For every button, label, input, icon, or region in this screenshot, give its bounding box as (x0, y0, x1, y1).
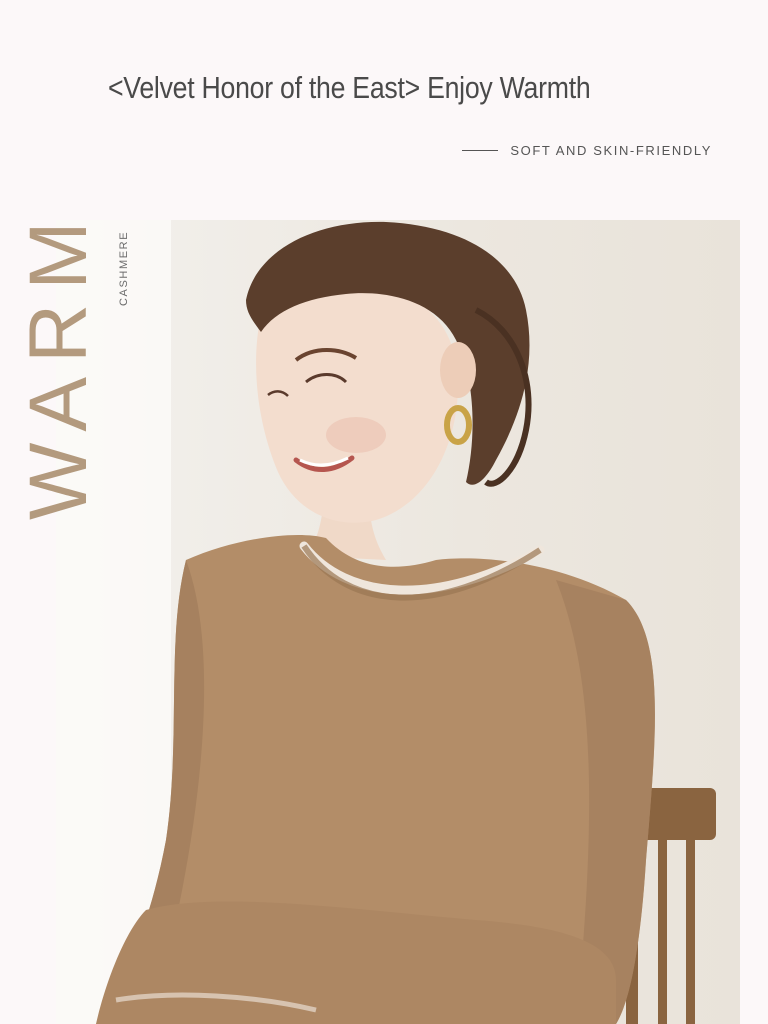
product-photo (56, 220, 740, 1024)
tagline: SOFT AND SKIN-FRIENDLY (462, 143, 712, 158)
warm-vertical-title: WARM (13, 207, 104, 520)
tagline-text: SOFT AND SKIN-FRIENDLY (510, 143, 712, 158)
tagline-divider (462, 150, 499, 151)
model-illustration (56, 220, 716, 1024)
cashmere-vertical-label: CASHMERE (118, 230, 130, 306)
page-headline: <Velvet Honor of the East> Enjoy Warmth (108, 70, 591, 105)
